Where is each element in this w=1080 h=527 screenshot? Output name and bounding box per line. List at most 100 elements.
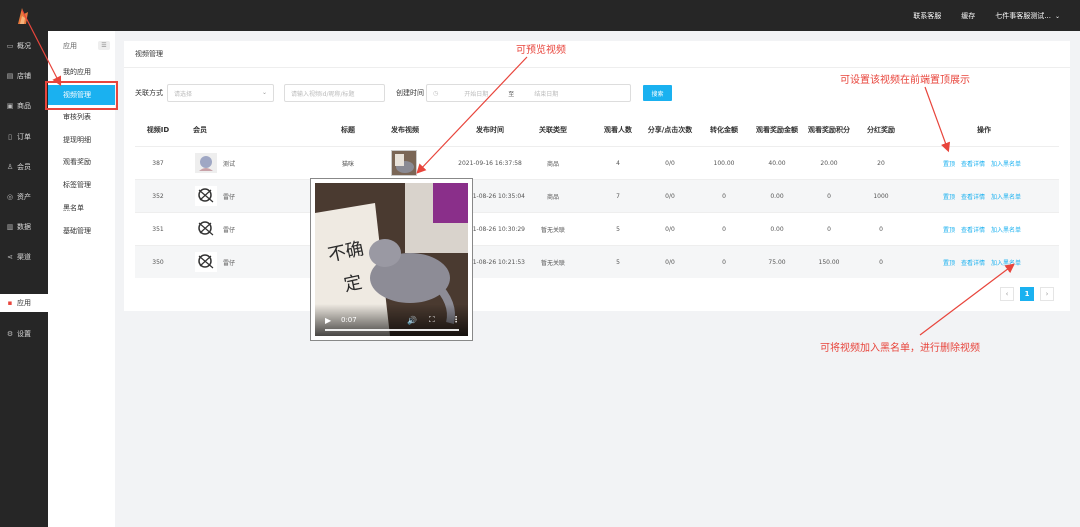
- date-range-picker[interactable]: ◷ 开始日期 至 结束日期: [426, 84, 631, 102]
- relation-type: 暂无关联: [540, 260, 565, 267]
- dividend-reward: 0: [879, 259, 883, 266]
- user-menu[interactable]: 七件事客服测试... ⌄: [995, 11, 1060, 21]
- relation-label: 关联方式: [135, 89, 163, 97]
- viewer-count: 5: [616, 226, 620, 233]
- relation-placeholder: 请选择: [174, 90, 193, 98]
- share-click-count: 0/0: [665, 160, 675, 167]
- sidebar-item-store[interactable]: ▤ 店铺: [0, 67, 48, 85]
- reward-amount: 75.00: [768, 259, 786, 266]
- add-blacklist-link[interactable]: 加入黑名单: [991, 225, 1021, 234]
- dividend-reward: 0: [879, 226, 883, 233]
- column-header: 视频ID: [146, 126, 170, 134]
- add-blacklist-link[interactable]: 加入黑名单: [991, 192, 1021, 201]
- sidebar-item-assets[interactable]: ◎ 资产: [0, 188, 48, 206]
- pin-top-link[interactable]: 置顶: [943, 159, 955, 168]
- video-time: 0:07: [341, 316, 357, 324]
- row-actions: 置顶 查看详情 加入黑名单: [943, 147, 1021, 180]
- pagination: ‹ 1 ›: [1000, 287, 1054, 301]
- column-header: 标题: [341, 126, 355, 134]
- sidebar-item-label: 订单: [17, 133, 31, 141]
- reward-amount: 0.00: [770, 193, 784, 200]
- more-options-icon[interactable]: ⋮: [452, 315, 460, 324]
- blacklist-annotation: 可将视频加入黑名单，进行删除视频: [820, 343, 980, 354]
- column-header: 会员: [193, 126, 207, 134]
- sidebar-item-goods[interactable]: ▣ 商品: [0, 97, 48, 115]
- prev-page-button[interactable]: ‹: [1000, 287, 1014, 301]
- column-header: 关联类型: [539, 126, 567, 134]
- view-details-link[interactable]: 查看详情: [961, 258, 985, 267]
- row-actions: 置顶 查看详情 加入黑名单: [943, 246, 1021, 279]
- relation-type: 商品: [546, 194, 559, 201]
- submenu-item-tags[interactable]: 标签管理: [48, 175, 115, 195]
- relation-select[interactable]: 请选择 ⌄: [167, 84, 274, 102]
- volume-icon[interactable]: 🔊: [407, 316, 417, 325]
- conversion-amount: 100.00: [713, 160, 735, 167]
- video-preview-popup: 不确 定 ▶ 0:07 🔊 ⛶ ⋮: [310, 178, 473, 341]
- video-controls: ▶ 0:07 🔊 ⛶ ⋮: [315, 304, 468, 336]
- share-click-count: 0/0: [665, 259, 675, 266]
- sidebar-item-channels[interactable]: ⋖ 渠道: [0, 248, 48, 266]
- sidebar-item-overview[interactable]: ▭ 概况: [0, 37, 48, 55]
- main-sidebar: ▭ 概况 ▤ 店铺 ▣ 商品 ▯ 订单 ♙ 会员 ◎ 资产 ▥ 数据 ⋖ 渠道 ▪ 应用 ⚙ 设置: [0, 31, 48, 527]
- submenu-item-my-apps[interactable]: 我的应用: [48, 62, 115, 82]
- video-id: 387: [152, 160, 164, 167]
- submenu-item-basic[interactable]: 基础管理: [48, 221, 115, 241]
- submenu-item-watch-rewards[interactable]: 观看奖励: [48, 152, 115, 172]
- video-id: 352: [152, 193, 164, 200]
- channel-icon: ⋖: [7, 253, 13, 261]
- member-avatar: [195, 186, 217, 206]
- data-icon: ▥: [6, 223, 14, 231]
- fullscreen-icon[interactable]: ⛶: [429, 315, 435, 325]
- reward-points: 20.00: [820, 160, 838, 167]
- view-details-link[interactable]: 查看详情: [961, 192, 985, 201]
- submenu-item-blacklist[interactable]: 黑名单: [48, 198, 115, 218]
- table-row: 387 测试 猫咪 2021-09-16 16:37:58 商品 4 0/0 1…: [135, 146, 1059, 179]
- submenu-item-review-list[interactable]: 审核列表: [48, 107, 115, 127]
- top-bar: 联系客服 缓存 七件事客服测试... ⌄: [0, 0, 1080, 31]
- member-name: 测试: [223, 161, 236, 168]
- sidebar-item-members[interactable]: ♙ 会员: [0, 158, 48, 176]
- sidebar-item-label: 概况: [17, 42, 31, 50]
- date-separator: 至: [508, 90, 515, 98]
- reward-points: 0: [827, 226, 831, 233]
- collapse-toggle-icon[interactable]: ☰: [98, 41, 110, 50]
- contact-service-link[interactable]: 联系客服: [913, 11, 941, 21]
- sidebar-item-data[interactable]: ▥ 数据: [0, 218, 48, 236]
- submenu-item-withdrawals[interactable]: 提现明细: [48, 130, 115, 150]
- sidebar-item-label: 数据: [17, 223, 31, 231]
- start-date-placeholder: 开始日期: [464, 90, 489, 98]
- view-details-link[interactable]: 查看详情: [961, 225, 985, 234]
- page-title: 视频管理: [135, 50, 163, 58]
- add-blacklist-link[interactable]: 加入黑名单: [991, 159, 1021, 168]
- sidebar-item-settings[interactable]: ⚙ 设置: [0, 325, 48, 343]
- video-thumbnail[interactable]: [391, 150, 417, 176]
- pin-top-link[interactable]: 置顶: [943, 258, 955, 267]
- column-header: 发布视频: [391, 126, 419, 134]
- video-progress-bar[interactable]: [325, 329, 459, 331]
- sidebar-item-apps[interactable]: ▪ 应用: [0, 294, 48, 312]
- next-page-button[interactable]: ›: [1040, 287, 1054, 301]
- video-id: 350: [152, 259, 164, 266]
- app-logo[interactable]: [10, 4, 34, 28]
- sidebar-item-label: 应用: [17, 299, 31, 307]
- pin-top-link[interactable]: 置顶: [943, 225, 955, 234]
- page-1-button[interactable]: 1: [1020, 287, 1034, 301]
- sidebar-item-orders[interactable]: ▯ 订单: [0, 128, 48, 146]
- divider: [124, 67, 1070, 68]
- cache-link[interactable]: 缓存: [961, 11, 975, 21]
- video-title: 猫咪: [341, 161, 354, 168]
- keyword-input[interactable]: 请输入视频id/昵称/标题: [284, 84, 385, 102]
- search-button[interactable]: 搜索: [643, 85, 672, 101]
- table-row: 350 雷仔 2021-08-26 10:21:53 暂无关联 5 0/0 0 …: [135, 245, 1059, 278]
- video-player[interactable]: 不确 定 ▶ 0:07 🔊 ⛶ ⋮: [315, 183, 468, 336]
- conversion-amount: 0: [722, 259, 726, 266]
- member-avatar: [195, 219, 217, 239]
- view-details-link[interactable]: 查看详情: [961, 159, 985, 168]
- member-avatar: [195, 252, 217, 272]
- pin-top-link[interactable]: 置顶: [943, 192, 955, 201]
- play-icon[interactable]: ▶: [325, 316, 331, 325]
- chevron-down-icon: ⌄: [1054, 12, 1060, 20]
- column-header: 发布时间: [476, 126, 504, 134]
- user-name: 七件事客服测试...: [995, 11, 1051, 20]
- add-blacklist-link[interactable]: 加入黑名单: [991, 258, 1021, 267]
